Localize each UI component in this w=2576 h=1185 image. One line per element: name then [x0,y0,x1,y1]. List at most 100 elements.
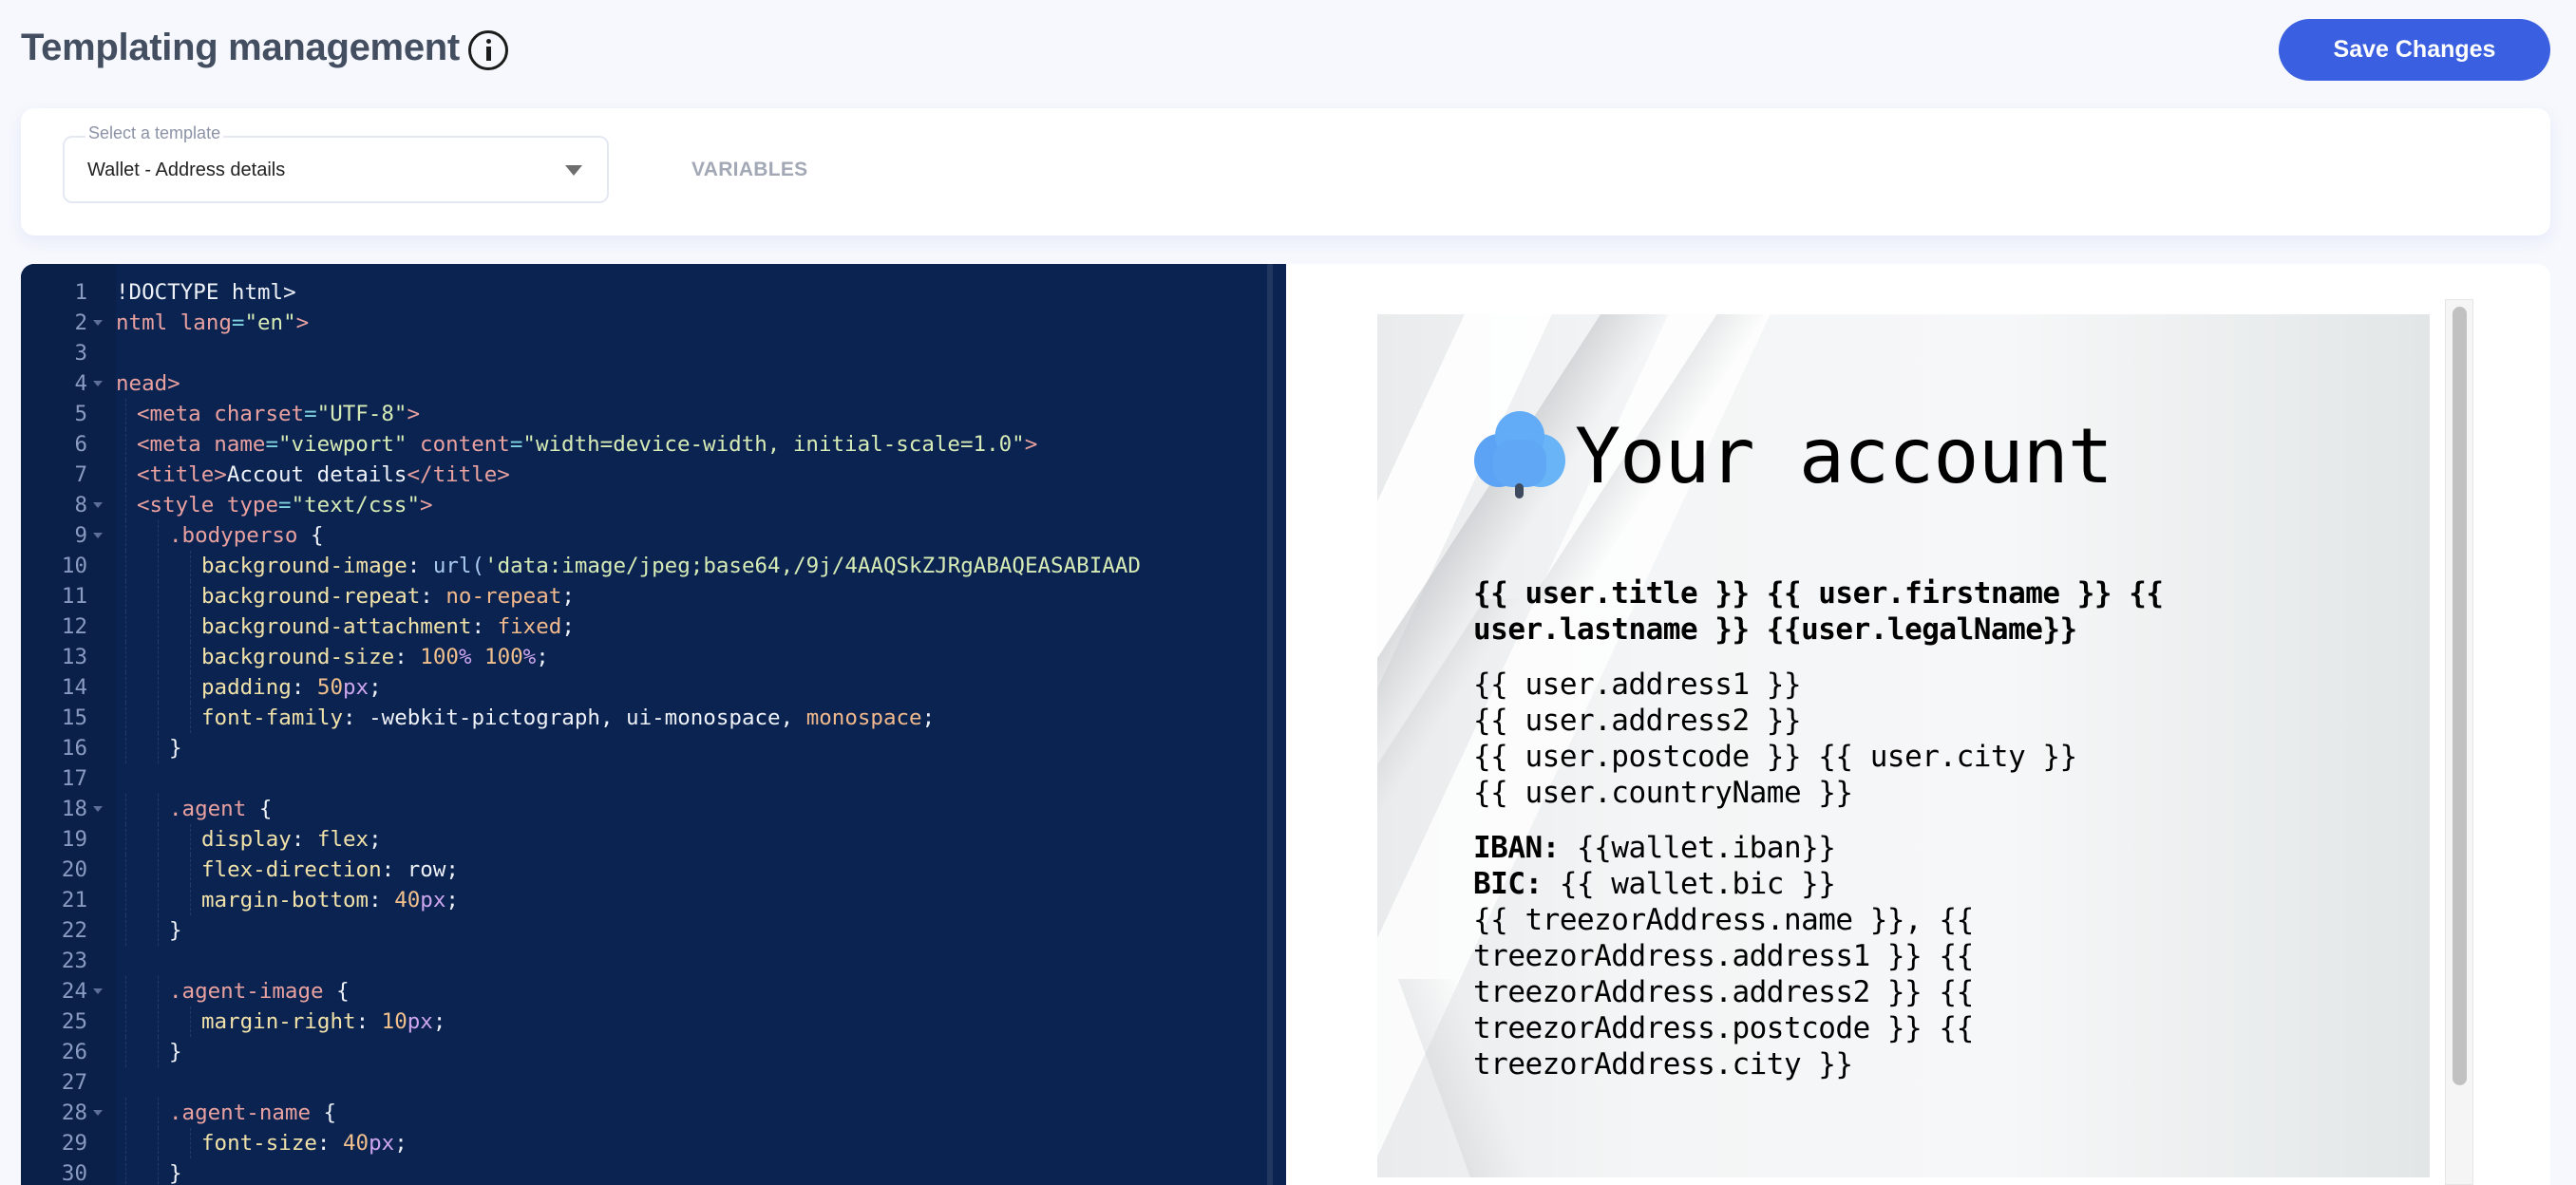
indent-guide [125,520,126,551]
fold-arrow-icon[interactable] [93,502,103,508]
iban-value: {{wallet.iban}} [1559,831,1836,865]
code-line[interactable]: 24 .agent-image { [21,976,1286,1006]
code-line[interactable]: 21 margin-bottom: 40px; [21,885,1286,915]
indent-guide [158,581,159,611]
code-line[interactable]: 25 margin-right: 10px; [21,1006,1286,1037]
code-line[interactable]: 23 [21,946,1286,976]
preview-panel: Your account {{ user.title }} {{ user.fi… [1286,264,2550,1185]
code-line[interactable]: 13 background-size: 100% 100%; [21,642,1286,672]
code-line[interactable]: 7 <title>Accout details</title> [21,460,1286,490]
code-token: <meta [137,432,215,457]
address-line: {{ user.address1 }} [1473,668,1802,702]
code-line[interactable]: 1 !DOCTYPE html> [21,277,1286,308]
indent-guide [158,1037,159,1067]
iban-line: IBAN: {{wallet.iban}} [1473,830,2252,866]
code-token: content [420,432,510,457]
code-token: ; [561,584,575,609]
code-editor[interactable]: 1 !DOCTYPE html> 2 ntml lang="en"> 3 4 nead> 5 <… [21,264,1286,1185]
editor-scrollbar[interactable] [1267,264,1273,1185]
code-token: } [169,736,182,761]
code-token: { [297,523,324,548]
code-line[interactable]: 4 nead> [21,368,1286,399]
code-token: { [246,797,273,821]
indent-guide [158,1128,159,1158]
template-select[interactable]: Select a template Wallet - Address detai… [63,122,609,203]
code-token: > [420,493,433,517]
code-line[interactable]: 19 display: flex; [21,824,1286,855]
dropdown-arrow-icon[interactable] [565,165,582,176]
code-token: display [201,827,292,852]
indent-guide [158,1098,159,1128]
code-line[interactable]: 6 <meta name="viewport" content="width=de… [21,429,1286,460]
code-line[interactable]: 28 .agent-name { [21,1098,1286,1128]
line-number: 15 [61,705,87,730]
code-text: } [169,1158,1286,1185]
code-token: ; [369,827,382,852]
indent-guide [158,885,159,915]
code-token: ; [394,1131,407,1156]
indent-guide [158,855,159,885]
code-line[interactable]: 12 background-attachment: fixed; [21,611,1286,642]
indent-guide [125,1098,126,1128]
code-line[interactable]: 29 font-size: 40px; [21,1128,1286,1158]
code-line[interactable]: 20 flex-direction: row; [21,855,1286,885]
code-line[interactable]: 14 padding: 50px; [21,672,1286,703]
fold-arrow-icon[interactable] [93,806,103,812]
code-text: .bodyperso { [169,520,1286,551]
line-number: 16 [61,736,87,761]
code-token: </title> [407,462,510,487]
code-line[interactable]: 22} [21,915,1286,946]
code-lines[interactable]: 1 !DOCTYPE html> 2 ntml lang="en"> 3 4 nead> 5 <… [21,277,1286,1185]
code-line[interactable]: 16} [21,733,1286,763]
fold-arrow-icon[interactable] [93,988,103,994]
preview-scrollbar[interactable] [2445,299,2473,1185]
fold-arrow-icon[interactable] [93,1110,103,1116]
iban-label: IBAN: [1473,831,1560,865]
tree-icon [1474,411,1565,502]
code-text: } [169,1037,1286,1067]
code-line[interactable]: 15 font-family: -webkit-pictograph, ui-mo… [21,703,1286,733]
code-line[interactable]: 2 ntml lang="en"> [21,308,1286,338]
code-line[interactable]: 5 <meta charset="UTF-8"> [21,399,1286,429]
code-token: { [311,1100,337,1125]
code-token: > [1024,432,1038,457]
code-line[interactable]: 17 [21,763,1286,794]
code-text: font-family: -webkit-pictograph, ui-mono… [201,703,1286,733]
variables-button[interactable]: VARIABLES [691,156,808,184]
indent-guide [190,642,191,672]
code-text: flex-direction: row; [201,855,1286,885]
template-selector-card: Select a template Wallet - Address detai… [21,108,2550,235]
code-text: nead> [116,368,1265,399]
page-title: Templating management [21,27,460,68]
code-text: ntml lang="en"> [116,308,1265,338]
indent-guide [158,824,159,855]
code-line[interactable]: 9 .bodyperso { [21,520,1286,551]
fold-arrow-icon[interactable] [93,320,103,326]
line-number: 25 [61,1009,87,1034]
code-line[interactable]: 26} [21,1037,1286,1067]
code-line[interactable]: 30} [21,1158,1286,1185]
preview-header: Your account [1474,409,2113,504]
preview-bank-details: IBAN: {{wallet.iban}} BIC: {{ wallet.bic… [1473,830,2252,1082]
code-line[interactable]: 10 background-image: url('data:image/jpeg… [21,551,1286,581]
preview-title: Your account [1575,412,2113,500]
code-line[interactable]: 3 [21,338,1286,368]
code-line[interactable]: 27 [21,1067,1286,1098]
bic-line: BIC: {{ wallet.bic }} [1473,866,2252,902]
code-line[interactable]: 11 background-repeat: no-repeat; [21,581,1286,611]
preview-scrollbar-thumb[interactable] [2453,307,2467,1085]
code-text: <style type="text/css"> [137,490,1286,520]
line-number: 11 [61,584,87,609]
code-token: : [316,1131,344,1156]
code-line[interactable]: 8 <style type="text/css"> [21,490,1286,520]
info-circle-icon[interactable] [468,30,508,70]
code-line[interactable]: 18 .agent { [21,794,1286,824]
fold-arrow-icon[interactable] [93,381,103,386]
code-text: font-size: 40px; [201,1128,1286,1158]
code-token: background-attachment [201,614,472,639]
save-changes-button[interactable]: Save Changes [2279,19,2550,81]
fold-arrow-icon[interactable] [93,533,103,538]
indent-guide [125,824,126,855]
code-token: "text/css" [291,493,421,517]
code-token: = [278,493,292,517]
